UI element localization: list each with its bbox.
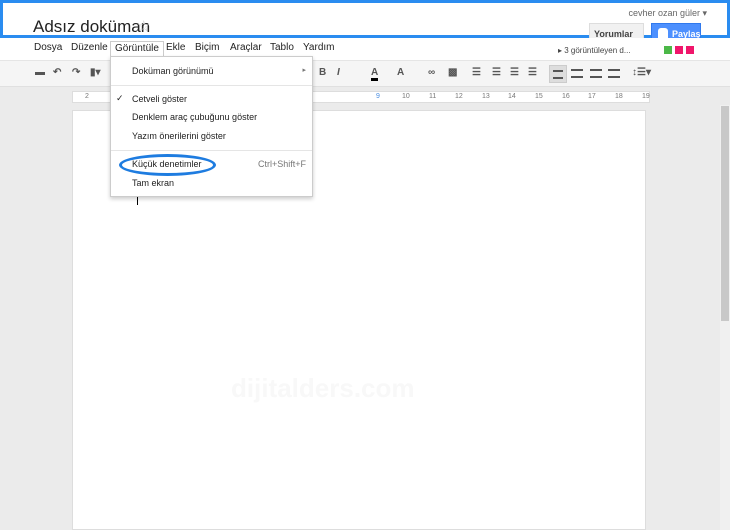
ruler-tick: 13 [482, 93, 490, 100]
text-color-button[interactable]: A [371, 67, 379, 81]
watermark: dijitalders.com [231, 373, 415, 403]
align-right-button[interactable] [587, 65, 605, 83]
checkmark-icon: ✓ [116, 93, 124, 103]
italic-button[interactable]: I [337, 67, 340, 78]
star-icon[interactable]: ☆ [137, 17, 150, 35]
align-left-button[interactable] [549, 65, 567, 83]
menu-divider [111, 150, 312, 151]
ruler-tick: 14 [508, 93, 516, 100]
highlight-circle [119, 154, 216, 176]
scrollbar-thumb[interactable] [721, 106, 729, 321]
menu-table[interactable]: Tablo [266, 41, 298, 54]
ruler-tick: 2 [85, 93, 89, 100]
menu-help[interactable]: Yardım [299, 41, 339, 54]
redo-icon[interactable]: ↷ [72, 67, 80, 78]
align-center-button[interactable] [568, 65, 586, 83]
menu-format[interactable]: Biçim [191, 41, 223, 54]
menu-item-show-ruler[interactable]: ✓ Cetveli göster [111, 90, 312, 109]
menu-edit[interactable]: Düzenle [67, 41, 112, 54]
ruler-tick: 9 [376, 93, 380, 100]
ruler-tick: 16 [562, 93, 570, 100]
decrease-indent-icon[interactable]: ☰ [510, 67, 519, 78]
undo-icon[interactable]: ↶ [53, 67, 61, 78]
menu-item-label: Yazım önerilerini göster [132, 131, 226, 141]
print-icon[interactable]: ▬ [35, 67, 45, 78]
increase-indent-icon[interactable]: ☰ [528, 67, 537, 78]
menu-item-full-screen[interactable]: Tam ekran [111, 174, 312, 193]
viewers-list[interactable]: ▸ 3 görüntüleyen d... [558, 46, 631, 55]
bulleted-list-icon[interactable]: ☰ [492, 67, 501, 78]
menu-item-document-view[interactable]: Doküman görünümü ▸ [111, 62, 312, 81]
ruler-tick: 17 [588, 93, 596, 100]
viewer-avatar[interactable] [686, 46, 694, 54]
justify-button[interactable] [605, 65, 623, 83]
line-spacing-icon[interactable]: ↕☰▾ [632, 67, 651, 78]
menu-item-label: Denklem araç çubuğunu göster [132, 112, 258, 122]
menu-item-label: Doküman görünümü [132, 66, 214, 76]
menu-item-show-equation-toolbar[interactable]: Denklem araç çubuğunu göster [111, 108, 312, 127]
highlight-color-button[interactable]: A [397, 67, 404, 78]
link-icon[interactable]: ∞ [428, 67, 435, 78]
numbered-list-icon[interactable]: ☰ [472, 67, 481, 78]
user-account-menu[interactable]: cevher ozan güler ▾ [628, 8, 707, 19]
ruler-tick: 18 [615, 93, 623, 100]
ruler-tick: 10 [402, 93, 410, 100]
submenu-arrow-icon: ▸ [302, 67, 306, 74]
menu-item-label: Cetveli göster [132, 94, 188, 104]
ruler-tick: 12 [455, 93, 463, 100]
shortcut-label: Ctrl+Shift+F [257, 159, 306, 169]
menu-divider [111, 85, 312, 86]
document-header: Adsız doküman ☆ cevher ozan güler ▾ Yoru… [0, 0, 730, 49]
menu-item-show-spelling-suggestions[interactable]: Yazım önerilerini göster [111, 127, 312, 146]
viewer-avatar[interactable] [664, 46, 672, 54]
menu-file[interactable]: Dosya [30, 41, 66, 54]
view-menu-dropdown: Doküman görünümü ▸ ✓ Cetveli göster Denkle… [110, 56, 313, 197]
ruler-tick: 15 [535, 93, 543, 100]
image-icon[interactable]: ▩ [448, 67, 457, 78]
menu-tools[interactable]: Araçlar [226, 41, 266, 54]
document-title[interactable]: Adsız doküman [33, 17, 150, 37]
paint-format-icon[interactable]: ▮▾ [90, 67, 101, 78]
menu-insert[interactable]: Ekle [162, 41, 189, 54]
ruler-tick: 11 [429, 93, 437, 100]
menu-item-label: Tam ekran [132, 178, 175, 188]
viewer-avatar[interactable] [675, 46, 683, 54]
bold-button[interactable]: B [319, 67, 326, 78]
ruler-tick: 19 [642, 93, 650, 100]
